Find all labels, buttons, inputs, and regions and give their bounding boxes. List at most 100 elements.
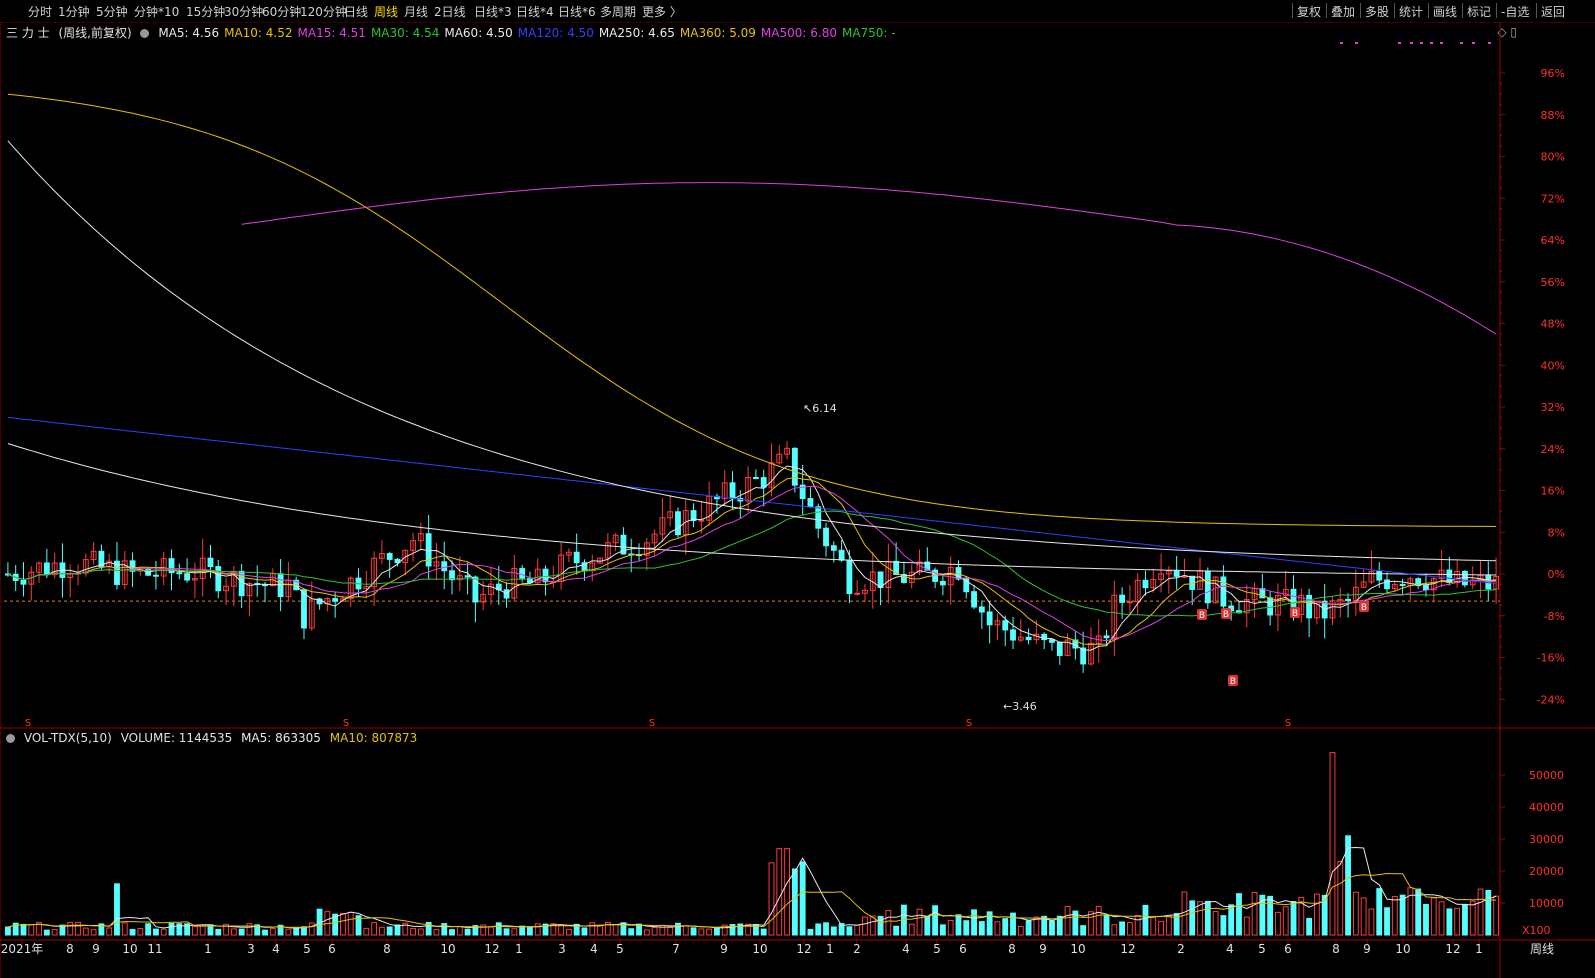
vol-yaxis-tick-label: 10000 xyxy=(1529,897,1564,910)
volume-bar xyxy=(1111,924,1118,936)
top-dot xyxy=(1472,42,1475,44)
volume-bar xyxy=(82,927,89,936)
volume-bar xyxy=(846,926,853,936)
ma250-line xyxy=(7,140,1497,562)
volume-bar xyxy=(908,923,915,936)
volume-bar xyxy=(1275,911,1281,936)
volume-bar xyxy=(215,928,222,936)
xaxis-label: 2 xyxy=(1177,942,1185,956)
volume-bar xyxy=(1446,908,1453,936)
candle-body xyxy=(573,551,580,564)
volume-bar xyxy=(1462,904,1468,936)
xaxis-label: 4 xyxy=(272,942,280,956)
ma60-line xyxy=(7,443,1497,576)
volume-bar xyxy=(823,922,829,936)
volume-bar xyxy=(768,862,775,936)
top-dot xyxy=(1340,42,1343,44)
candle-body xyxy=(1010,629,1016,641)
volume-bar xyxy=(199,925,206,936)
volume-bar xyxy=(4,926,11,936)
xaxis-label: 9 xyxy=(720,942,728,956)
volume-bar xyxy=(1469,900,1476,936)
volume-bar xyxy=(20,923,27,936)
buy-marker-label: B xyxy=(1361,603,1367,613)
candle-body xyxy=(1220,576,1227,607)
volume-bar xyxy=(628,928,635,936)
candle-body xyxy=(854,592,861,595)
volume-bar xyxy=(1454,907,1461,936)
volume-bar xyxy=(893,925,900,936)
xaxis-label: 8 xyxy=(1008,942,1016,956)
candle-body xyxy=(698,519,705,522)
volume-bar xyxy=(971,909,977,936)
volume-bar xyxy=(90,929,97,936)
volume-bar xyxy=(308,922,315,936)
candle-body xyxy=(464,575,471,578)
volume-bar xyxy=(1228,904,1235,936)
candle-body xyxy=(823,527,829,547)
volume-bar xyxy=(597,924,603,936)
xaxis-label: 5 xyxy=(933,942,941,956)
candles xyxy=(4,441,1500,673)
candle-body xyxy=(441,561,448,572)
candle-body xyxy=(1025,636,1032,641)
volume-bar xyxy=(939,924,946,936)
period-label: 周线 xyxy=(1530,942,1554,956)
xaxis-label: 6 xyxy=(328,942,336,956)
volume-bar xyxy=(1165,915,1172,936)
candle-body xyxy=(978,606,985,613)
volume-bar xyxy=(191,925,198,936)
volume-bar xyxy=(246,923,253,936)
candle-body xyxy=(1142,579,1149,589)
candle-body xyxy=(1041,633,1048,641)
volume-bar xyxy=(994,921,1001,936)
top-dot xyxy=(1420,42,1423,44)
top-dot xyxy=(1430,42,1433,44)
xaxis-label: 6 xyxy=(959,942,967,956)
yaxis-tick-label: 96% xyxy=(1541,67,1565,80)
volume-bar xyxy=(1485,890,1492,936)
candle-body xyxy=(1049,639,1055,643)
ma120-line xyxy=(7,416,1497,585)
candle-body xyxy=(301,589,307,629)
volume-bar xyxy=(1360,897,1367,936)
volume-bar xyxy=(643,929,650,936)
volume-bar xyxy=(1181,891,1188,936)
volume-bar xyxy=(1095,905,1102,936)
candle-body xyxy=(1126,601,1133,604)
buy-marker-label: B xyxy=(1223,610,1229,620)
yaxis-tick-label: 88% xyxy=(1541,109,1565,122)
xaxis-label: 9 xyxy=(92,942,100,956)
volume-bar xyxy=(1282,906,1289,936)
volume-bar xyxy=(1080,925,1087,936)
candle-body xyxy=(846,559,853,595)
xaxis-label: 5 xyxy=(303,942,311,956)
volume-bar xyxy=(238,928,245,936)
volume-bar xyxy=(799,861,806,936)
low-price-label: ←3.46 xyxy=(1003,700,1037,713)
volume-bar xyxy=(75,921,81,936)
yaxis-tick-label: 48% xyxy=(1541,318,1565,331)
volume-bar xyxy=(106,927,113,936)
top-dot xyxy=(1460,42,1463,44)
volume-bar xyxy=(488,926,494,936)
xaxis-label: 11 xyxy=(147,942,162,956)
xaxis-label: 12 xyxy=(796,942,811,956)
s-marker: S xyxy=(25,718,31,729)
volume-bar xyxy=(1025,920,1032,936)
volume-bar xyxy=(456,926,463,936)
candle-body xyxy=(215,566,222,592)
candle-body xyxy=(43,562,50,576)
yaxis-tick-label: 80% xyxy=(1541,151,1565,164)
candle-body xyxy=(332,598,339,602)
volume-bar xyxy=(67,921,74,936)
volume-bar xyxy=(714,927,720,936)
volume-bar xyxy=(410,927,416,936)
xaxis-label: 4 xyxy=(902,942,910,956)
xaxis-label: 3 xyxy=(558,942,566,956)
yaxis-tick-label: -8% xyxy=(1544,610,1565,623)
volume-bar xyxy=(667,926,674,936)
buy-marker-label: B xyxy=(1292,609,1298,619)
kline-chart[interactable]: 96% 88% 80% 72% 64% 56% 48% 40% 32% 24% 16% 8% 0% -8%… xyxy=(0,0,1595,978)
candle-body xyxy=(939,580,946,586)
